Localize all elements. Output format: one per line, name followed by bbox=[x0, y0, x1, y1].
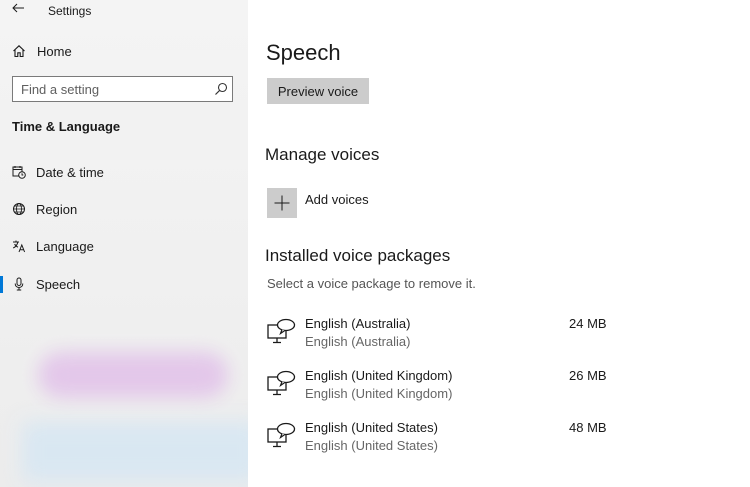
voice-package-icon bbox=[267, 370, 296, 396]
sidebar-item-label: Speech bbox=[36, 276, 81, 292]
title-bar: Settings bbox=[0, 0, 248, 22]
microphone-icon bbox=[12, 277, 26, 291]
nav-home-label: Home bbox=[37, 43, 72, 59]
sidebar-item-label: Date & time bbox=[36, 164, 104, 180]
installed-voices-heading: Installed voice packages bbox=[265, 246, 451, 265]
sidebar-item-label: Region bbox=[36, 201, 78, 217]
voice-package-item[interactable]: English (United Kingdom) English (United… bbox=[267, 368, 627, 412]
voice-package-icon bbox=[267, 422, 296, 448]
voice-package-subtitle: English (Australia) bbox=[305, 334, 411, 349]
voice-package-subtitle: English (United States) bbox=[305, 438, 438, 453]
search-box[interactable] bbox=[12, 76, 233, 102]
calendar-clock-icon bbox=[12, 165, 26, 179]
sidebar-item-date-time[interactable]: Date & time bbox=[0, 157, 248, 187]
nav-home[interactable]: Home bbox=[0, 36, 248, 66]
home-icon bbox=[12, 44, 26, 58]
voice-package-item[interactable]: English (Australia) English (Australia) … bbox=[267, 316, 627, 360]
blurred-background-shape bbox=[38, 352, 228, 398]
blurred-background-shape bbox=[22, 422, 248, 482]
voice-package-name: English (United Kingdom) bbox=[305, 368, 453, 383]
back-arrow-icon[interactable] bbox=[11, 1, 25, 15]
installed-voices-hint: Select a voice package to remove it. bbox=[267, 276, 476, 291]
sidebar-item-region[interactable]: Region bbox=[0, 194, 248, 224]
language-icon bbox=[12, 239, 26, 253]
app-title: Settings bbox=[48, 4, 92, 18]
page-title: Speech bbox=[266, 40, 341, 65]
globe-icon bbox=[12, 202, 26, 216]
manage-voices-heading: Manage voices bbox=[265, 145, 380, 164]
sidebar-item-speech[interactable]: Speech bbox=[0, 269, 248, 299]
voice-package-item[interactable]: English (United States) English (United … bbox=[267, 420, 627, 464]
voice-package-name: English (United States) bbox=[305, 420, 438, 435]
plus-icon bbox=[274, 195, 290, 211]
sidebar-item-label: Language bbox=[36, 238, 94, 254]
voice-package-size: 26 MB bbox=[569, 368, 607, 383]
voice-package-size: 24 MB bbox=[569, 316, 607, 331]
add-voices-label: Add voices bbox=[305, 192, 369, 207]
add-voices-button[interactable]: Add voices bbox=[267, 188, 387, 218]
search-input[interactable] bbox=[21, 80, 201, 98]
section-title: Time & Language bbox=[12, 119, 121, 134]
add-voices-tile[interactable] bbox=[267, 188, 297, 218]
preview-voice-button[interactable]: Preview voice bbox=[267, 78, 369, 104]
voice-package-icon bbox=[267, 318, 296, 344]
voice-package-subtitle: English (United Kingdom) bbox=[305, 386, 453, 401]
main-content: Speech Preview voice Manage voices Add v… bbox=[248, 0, 750, 487]
sidebar: Settings Home Time & Language Date & tim… bbox=[0, 0, 248, 487]
voice-package-name: English (Australia) bbox=[305, 316, 411, 331]
sidebar-item-language[interactable]: Language bbox=[0, 231, 248, 261]
voice-package-size: 48 MB bbox=[569, 420, 607, 435]
search-icon[interactable] bbox=[214, 82, 228, 96]
